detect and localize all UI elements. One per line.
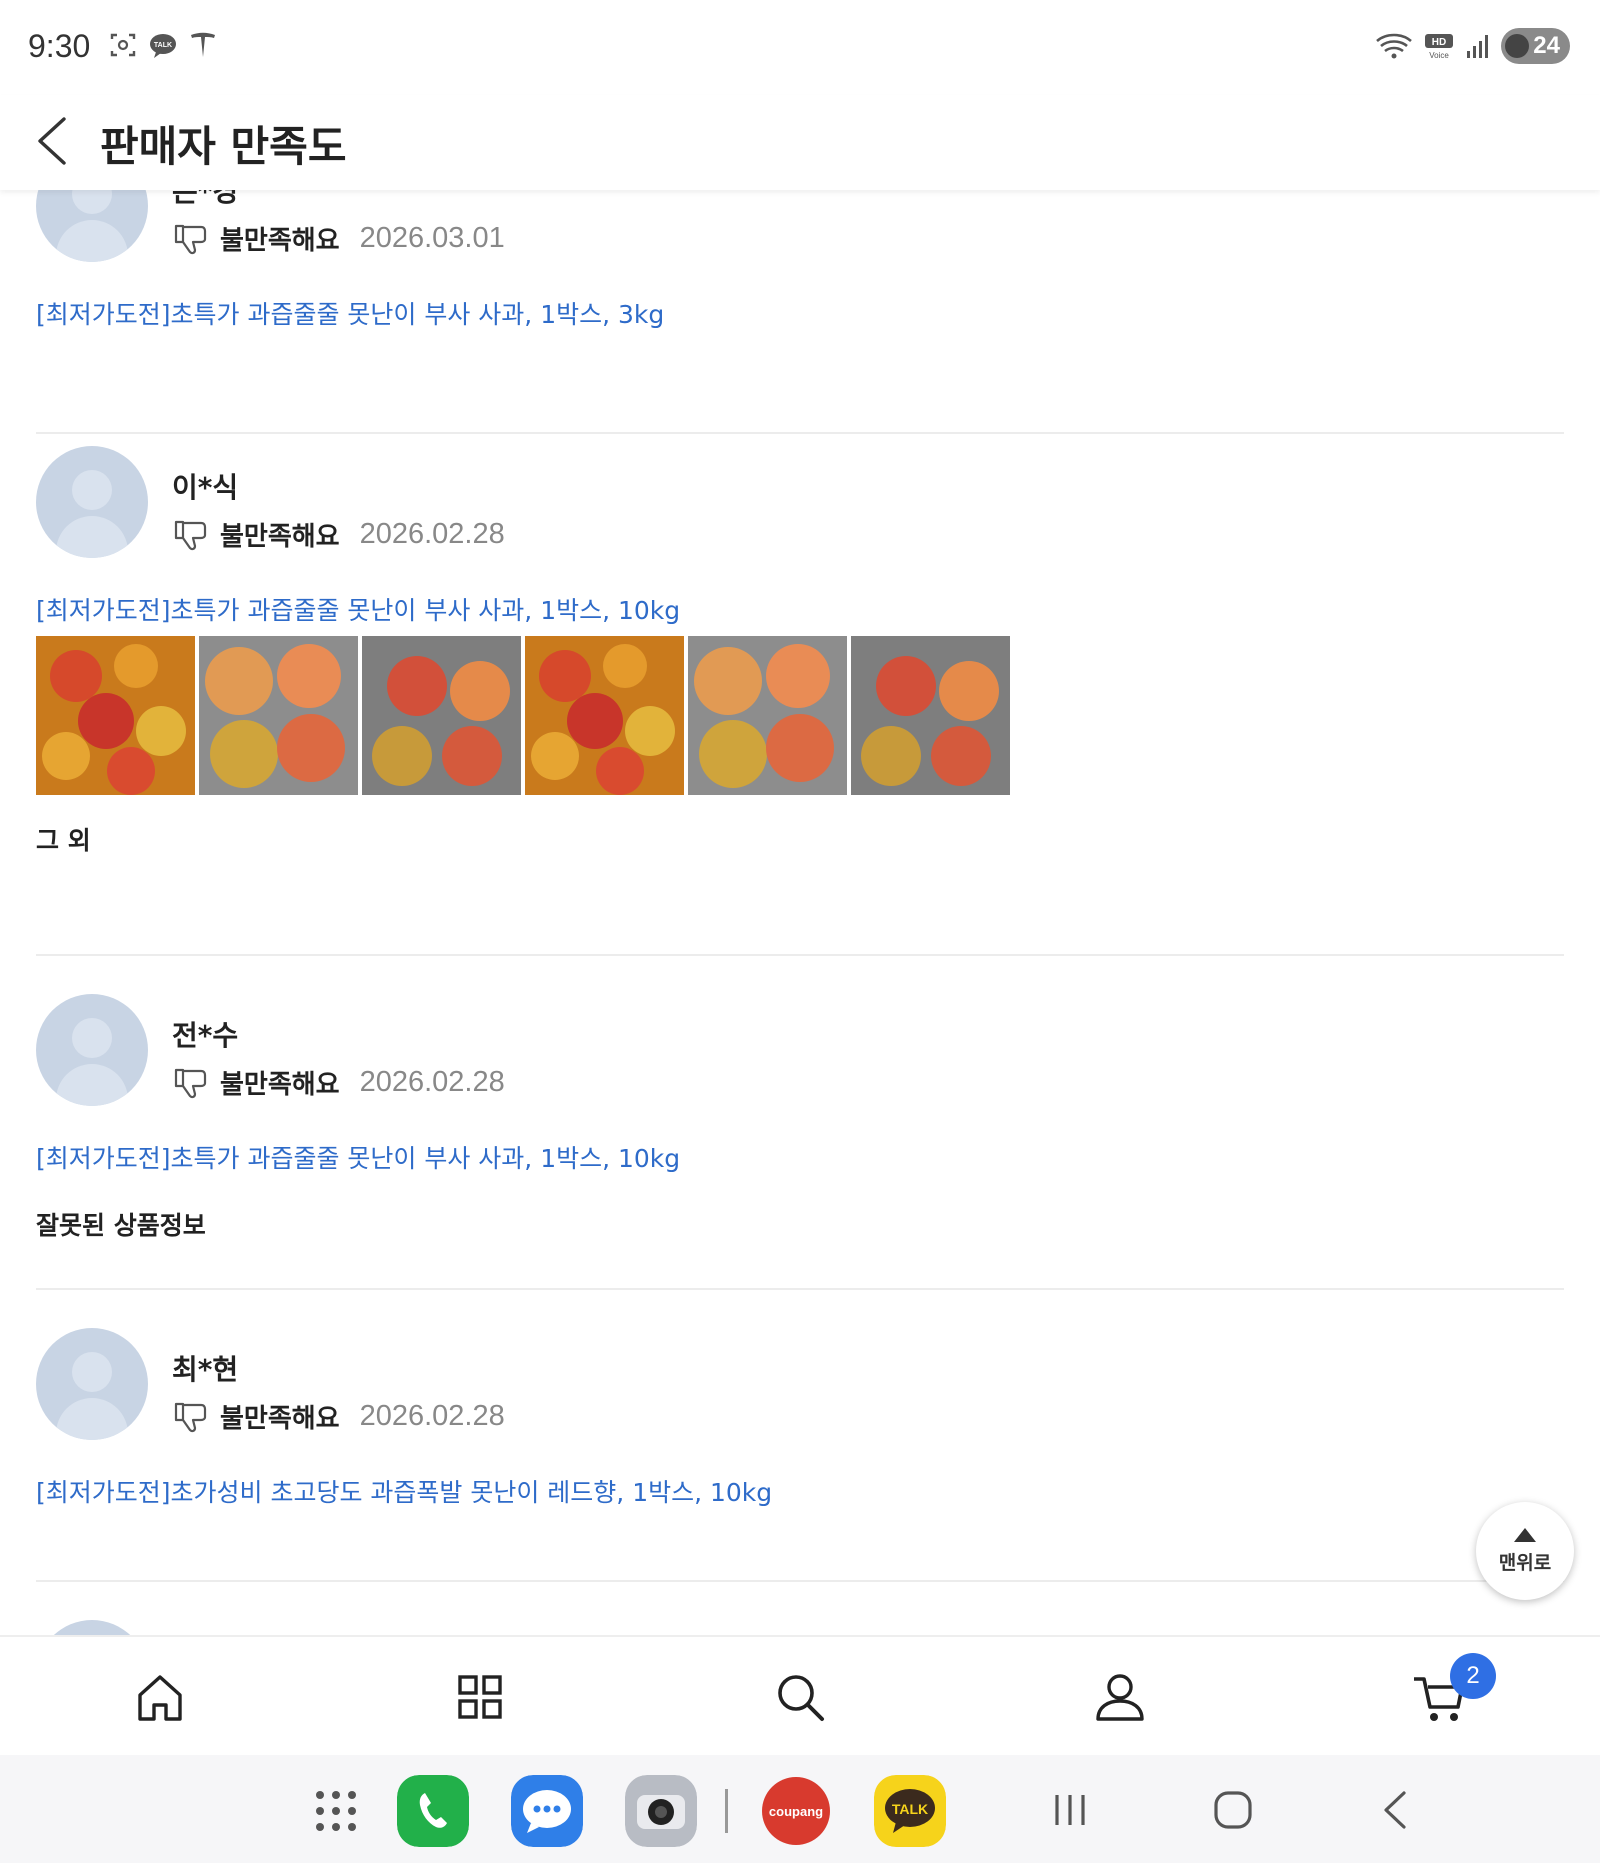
reviewer-name: 전*수 <box>172 1019 239 1052</box>
product-link[interactable]: [최저가도전]초특가 과즙줄줄 못난이 부사 사과, 1박스, 10kg <box>36 591 680 627</box>
review-photo[interactable] <box>362 636 521 795</box>
camera-app-icon[interactable] <box>625 1775 697 1847</box>
review-photos <box>36 636 1010 795</box>
category-icon[interactable] <box>450 1667 510 1727</box>
status-icons-left: TALK <box>108 30 218 60</box>
review-photo[interactable] <box>688 636 847 795</box>
my-page-icon[interactable] <box>1090 1667 1150 1727</box>
review-date: 2026.03.01 <box>359 222 505 254</box>
kakaotalk-notification-icon: TALK <box>150 34 176 58</box>
hd-voice-icon: HD Voice <box>1425 34 1454 60</box>
rating-label: 불만족해요 <box>220 1404 340 1434</box>
svg-text:HD: HD <box>1432 37 1446 48</box>
review-item: 최*현 불만족해요 2026.02.28 [최저가도전]초가성비 초고당도 과즙… <box>36 1290 1564 1582</box>
home-button-icon[interactable] <box>1208 1785 1258 1835</box>
kakaotalk-label: TALK <box>892 1801 928 1817</box>
thumbs-down-icon <box>174 224 207 254</box>
review-date: 2026.02.28 <box>359 518 505 550</box>
reviewer-name: 은*경 <box>172 190 239 208</box>
coupang-label: coupang <box>769 1804 823 1819</box>
review-photo[interactable] <box>199 636 358 795</box>
product-link[interactable]: [최저가도전]초특가 과즙줄줄 못난이 부사 사과, 1박스, 3kg <box>36 295 664 331</box>
app-drawer-icon[interactable] <box>300 1775 372 1847</box>
messages-app-icon[interactable] <box>511 1775 583 1847</box>
rating-row: 불만족해요 2026.02.28 <box>172 1398 505 1435</box>
recent-apps-icon[interactable] <box>1045 1785 1095 1835</box>
review-item: 은*경 불만족해요 2026.03.01 [최저가도전]초특가 과즙줄줄 못난이… <box>36 190 1564 434</box>
back-to-top-label: 맨위로 <box>1498 1551 1552 1574</box>
screenshot-icon <box>110 33 136 57</box>
avatar <box>36 446 148 558</box>
status-time: 9:30 <box>28 28 91 64</box>
status-icons-right: HD Voice 24 <box>1375 28 1570 64</box>
product-link[interactable]: [최저가도전]초특가 과즙줄줄 못난이 부사 사과, 1박스, 10kg <box>36 1139 680 1175</box>
coupang-app-icon[interactable]: coupang <box>760 1775 832 1847</box>
battery-icon: 24 <box>1501 28 1570 64</box>
rating-label: 불만족해요 <box>220 226 340 256</box>
system-dock: coupang TALK <box>0 1755 1600 1863</box>
review-photo[interactable] <box>525 636 684 795</box>
avatar <box>36 190 148 262</box>
bottom-navigation: 2 <box>0 1635 1600 1755</box>
review-body: 잘못된 상품정보 <box>36 1211 206 1240</box>
home-icon[interactable] <box>130 1667 190 1727</box>
thumbs-down-icon <box>174 520 207 550</box>
review-date: 2026.02.28 <box>359 1066 505 1098</box>
back-to-top-button[interactable]: 맨위로 <box>1476 1502 1574 1600</box>
page-title: 판매자 만족도 <box>100 122 347 171</box>
avatar <box>36 1328 148 1440</box>
signal-icon <box>1467 35 1489 58</box>
rating-row: 불만족해요 2026.03.01 <box>172 220 505 257</box>
review-item: 전*수 불만족해요 2026.02.28 [최저가도전]초특가 과즙줄줄 못난이… <box>36 956 1564 1290</box>
up-arrow-icon <box>1514 1527 1536 1542</box>
thumbs-down-icon <box>174 1402 207 1432</box>
review-date: 2026.02.28 <box>359 1400 505 1432</box>
status-bar: 9:30 TALK HD Voice 24 <box>0 0 1600 95</box>
reviewer-name: 최*현 <box>172 1353 239 1386</box>
system-back-icon[interactable] <box>1372 1785 1422 1835</box>
thumbs-down-icon <box>174 1068 207 1098</box>
review-photo[interactable] <box>851 636 1010 795</box>
product-link[interactable]: [최저가도전]초가성비 초고당도 과즙폭발 못난이 레드향, 1박스, 10kg <box>36 1473 772 1509</box>
charging-bolt-icon <box>1505 34 1530 58</box>
rating-label: 불만족해요 <box>220 522 340 552</box>
page-header: 판매자 만족도 <box>0 95 1600 190</box>
wifi-icon <box>1376 33 1413 59</box>
review-item: 이*식 불만족해요 2026.02.28 [최저가도전]초특가 과즙줄줄 못난이… <box>36 436 1564 956</box>
tesla-icon <box>191 32 215 57</box>
kakaotalk-app-icon[interactable]: TALK <box>874 1775 946 1847</box>
battery-level: 24 <box>1533 32 1560 59</box>
rating-row: 불만족해요 2026.02.28 <box>172 516 505 553</box>
reviewer-name: 이*식 <box>172 471 239 504</box>
rating-label: 불만족해요 <box>220 1070 340 1100</box>
svg-text:TALK: TALK <box>154 42 172 49</box>
avatar <box>36 1620 148 1635</box>
phone-app-icon[interactable] <box>397 1775 469 1847</box>
search-icon[interactable] <box>770 1667 830 1727</box>
avatar <box>36 994 148 1106</box>
dock-separator <box>725 1789 728 1833</box>
review-body: 그 외 <box>36 826 91 855</box>
rating-row: 불만족해요 2026.02.28 <box>172 1064 505 1101</box>
review-photo[interactable] <box>36 636 195 795</box>
review-list[interactable]: 은*경 불만족해요 2026.03.01 [최저가도전]초특가 과즙줄줄 못난이… <box>0 190 1600 1635</box>
svg-text:Voice: Voice <box>1430 51 1450 60</box>
back-arrow-icon[interactable] <box>30 111 90 171</box>
cart-count-badge: 2 <box>1450 1653 1496 1699</box>
